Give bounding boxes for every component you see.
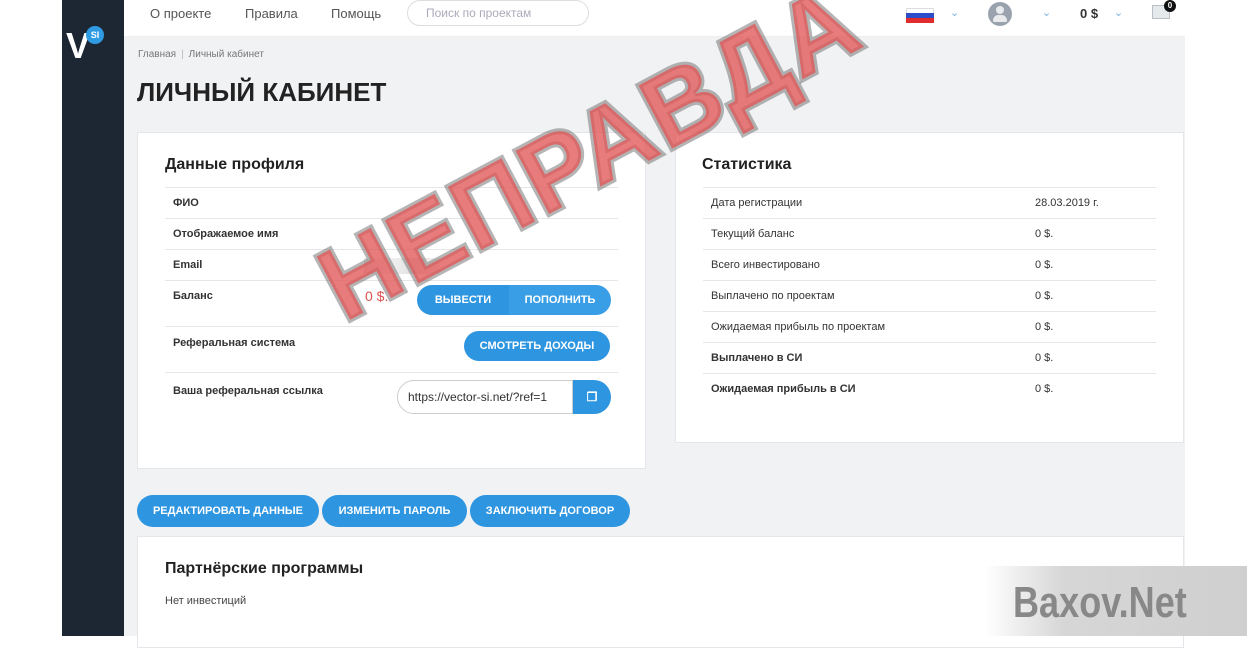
breadcrumb-current: Личный кабинет bbox=[188, 49, 264, 60]
breadcrumb-home[interactable]: Главная bbox=[138, 49, 176, 60]
sign-contract-button[interactable]: ЗАКЛЮЧИТЬ ДОГОВОР bbox=[470, 495, 630, 527]
stat-label: Выплачено по проектам bbox=[711, 290, 835, 302]
stats-row: Всего инвестировано 0 $. bbox=[703, 249, 1156, 280]
stat-value: 0 $. bbox=[1035, 259, 1054, 271]
watermark: Baxov.Net bbox=[985, 566, 1247, 636]
stat-value: 0 $. bbox=[1035, 352, 1054, 364]
stat-value: 0 $. bbox=[1035, 321, 1054, 333]
nav-about[interactable]: О проекте bbox=[150, 6, 211, 21]
stats-row: Выплачено в СИ 0 $. bbox=[703, 342, 1156, 373]
stat-label: Дата регистрации bbox=[711, 197, 803, 209]
stat-value: 28.03.2019 г. bbox=[1035, 197, 1099, 209]
stats-title: Статистика bbox=[702, 156, 792, 173]
stats-row: Ожидаемая прибыль в СИ 0 $. bbox=[703, 373, 1156, 404]
chevron-down-icon[interactable]: ⌄ bbox=[1042, 6, 1051, 19]
russian-flag-icon[interactable] bbox=[906, 8, 934, 23]
nav-help[interactable]: Помощь bbox=[331, 6, 381, 21]
row-label: Отображаемое имя bbox=[173, 228, 279, 240]
logo[interactable]: V SI bbox=[66, 26, 106, 70]
chevron-down-icon[interactable]: ⌄ bbox=[1114, 6, 1123, 19]
profile-title: Данные профиля bbox=[165, 156, 305, 173]
referral-link-field[interactable] bbox=[397, 380, 573, 414]
stat-value: 0 $. bbox=[1035, 290, 1054, 302]
partners-empty-text: Нет инвестиций bbox=[165, 595, 247, 607]
edit-profile-button[interactable]: РЕДАКТИРОВАТЬ ДАННЫЕ bbox=[137, 495, 319, 527]
chevron-down-icon[interactable]: ⌄ bbox=[950, 6, 959, 19]
change-password-button[interactable]: ИЗМЕНИТЬ ПАРОЛЬ bbox=[322, 495, 467, 527]
row-label: Реферальная система bbox=[173, 337, 296, 349]
copy-icon[interactable]: ❐ bbox=[573, 380, 611, 414]
left-sidebar bbox=[62, 0, 124, 636]
row-label: Баланс bbox=[173, 290, 213, 302]
row-label: Email bbox=[173, 259, 203, 271]
stat-label: Ожидаемая прибыль в СИ bbox=[711, 383, 856, 395]
profile-row-referral: Реферальная система СМОТРЕТЬ ДОХОДЫ bbox=[165, 326, 618, 372]
row-label: Ваша реферальная ссылка bbox=[173, 385, 323, 397]
breadcrumb: Главная | Личный кабинет bbox=[138, 49, 264, 60]
stats-card: Статистика Дата регистрации 28.03.2019 г… bbox=[675, 132, 1184, 443]
top-navbar: О проекте Правила Помощь ⌄ ⌄ 0 $ ⌄ 0 bbox=[124, 0, 1185, 37]
stats-row: Ожидаемая прибыль по проектам 0 $. bbox=[703, 311, 1156, 342]
profile-row-ref-link: Ваша реферальная ссылка ❐ bbox=[165, 372, 618, 433]
deposit-button[interactable]: ПОПОЛНИТЬ bbox=[509, 285, 611, 315]
avatar[interactable] bbox=[988, 2, 1012, 26]
watermark-text: Baxov.Net bbox=[1013, 578, 1187, 627]
stats-row: Дата регистрации 28.03.2019 г. bbox=[703, 187, 1156, 218]
stat-label: Выплачено в СИ bbox=[711, 352, 803, 364]
search-input[interactable] bbox=[407, 0, 589, 26]
stats-row: Выплачено по проектам 0 $. bbox=[703, 280, 1156, 311]
stat-value: 0 $. bbox=[1035, 383, 1054, 395]
logo-badge: SI bbox=[86, 26, 104, 44]
mail-count-badge: 0 bbox=[1164, 0, 1176, 12]
partners-title: Партнёрские программы bbox=[165, 560, 364, 577]
stats-row: Текущий баланс 0 $. bbox=[703, 218, 1156, 249]
header-balance[interactable]: 0 $ bbox=[1080, 6, 1098, 21]
stat-value: 0 $. bbox=[1035, 228, 1054, 240]
stat-label: Текущий баланс bbox=[711, 228, 795, 240]
nav-rules[interactable]: Правила bbox=[245, 6, 298, 21]
view-earnings-button[interactable]: СМОТРЕТЬ ДОХОДЫ bbox=[464, 331, 610, 361]
row-label: ФИО bbox=[173, 197, 199, 209]
page-title: ЛИЧНЫЙ КАБИНЕТ bbox=[137, 77, 387, 107]
stat-label: Ожидаемая прибыль по проектам bbox=[711, 321, 886, 333]
stat-label: Всего инвестировано bbox=[711, 259, 820, 271]
